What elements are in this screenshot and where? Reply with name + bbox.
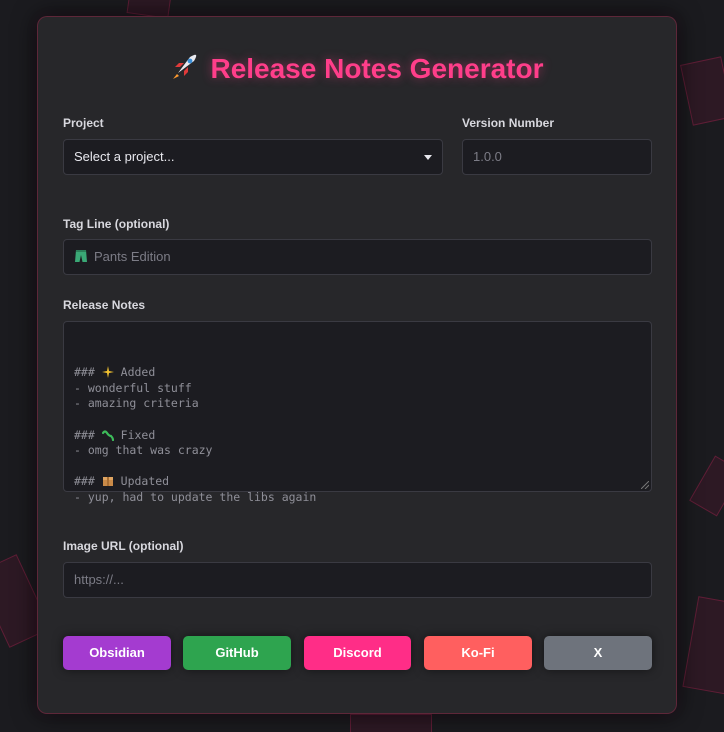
resize-handle-icon[interactable] xyxy=(641,481,649,489)
release-notes-line-text: Updated xyxy=(120,474,170,489)
background-shard xyxy=(350,714,432,732)
pants-icon xyxy=(74,242,88,276)
release-notes-line: - omg that was crazy xyxy=(74,443,641,459)
project-select-value: Select a project... xyxy=(74,149,175,164)
rocket-icon xyxy=(170,51,200,88)
background-shard xyxy=(682,596,724,696)
generator-card: Release Notes Generator Project Select a… xyxy=(37,16,677,714)
release-notes-line-text: Fixed xyxy=(120,427,156,442)
tagline-placeholder: Pants Edition xyxy=(94,249,171,264)
project-select[interactable]: Select a project... xyxy=(63,139,443,175)
release-notes-line-text: - yup, had to update the libs again xyxy=(74,489,317,504)
image-url-placeholder: https://... xyxy=(74,572,124,587)
kofi-button[interactable]: Ko-Fi xyxy=(424,636,532,670)
release-notes-line: - yup, had to update the libs again xyxy=(74,490,641,506)
release-notes-line-text: - wonderful stuff xyxy=(74,380,192,395)
github-button[interactable]: GitHub xyxy=(183,636,291,670)
background-shard xyxy=(689,455,724,517)
obsidian-button[interactable]: Obsidian xyxy=(63,636,171,670)
release-notes-line: ### Added xyxy=(74,365,641,381)
version-label: Version Number xyxy=(462,116,555,130)
kofi-button-label: Ko-Fi xyxy=(461,645,495,660)
x-button-label: X xyxy=(593,645,603,660)
version-input[interactable]: 1.0.0 xyxy=(462,139,652,175)
release-notes-textarea[interactable]: ### Added - wonderful stuff - amazing crit… xyxy=(63,321,652,504)
markdown-heading-prefix: ### xyxy=(74,365,102,380)
release-notes-line: ### Updated xyxy=(74,474,641,490)
github-button-label: GitHub xyxy=(215,645,259,660)
page-title-row: Release Notes Generator xyxy=(38,51,676,88)
obsidian-button-label: Obsidian xyxy=(89,645,145,660)
release-notes-line-text: Added xyxy=(120,365,156,380)
version-placeholder: 1.0.0 xyxy=(473,149,502,164)
image-url-label: Image URL (optional) xyxy=(63,539,184,553)
image-url-input[interactable]: https://... xyxy=(63,562,652,598)
project-label: Project xyxy=(63,116,104,130)
x-button[interactable]: X xyxy=(544,636,652,670)
background-shard xyxy=(680,56,724,126)
release-notes-line: ### Fixed xyxy=(74,428,641,444)
release-notes-label: Release Notes xyxy=(63,298,146,312)
discord-button-label: Discord xyxy=(333,645,382,660)
release-notes-line xyxy=(74,459,641,475)
release-notes-line: - wonderful stuff xyxy=(74,381,641,397)
release-notes-line-text: - amazing criteria xyxy=(74,396,199,411)
markdown-heading-prefix: ### xyxy=(74,474,102,489)
release-notes-line xyxy=(74,412,641,428)
release-notes-line-text: - omg that was crazy xyxy=(74,443,213,458)
tagline-label: Tag Line (optional) xyxy=(63,217,170,231)
tagline-input[interactable]: Pants Edition xyxy=(63,239,652,275)
discord-button[interactable]: Discord xyxy=(304,636,411,670)
page-title: Release Notes Generator xyxy=(210,53,544,84)
chevron-down-icon xyxy=(424,155,432,160)
markdown-heading-prefix: ### xyxy=(74,427,102,442)
release-notes-line: - amazing criteria xyxy=(74,396,641,412)
